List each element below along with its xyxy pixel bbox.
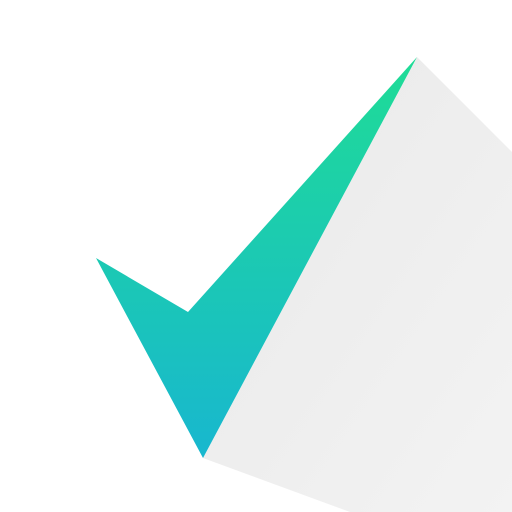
checkmark-icon bbox=[96, 57, 512, 512]
app-icon bbox=[0, 0, 512, 512]
